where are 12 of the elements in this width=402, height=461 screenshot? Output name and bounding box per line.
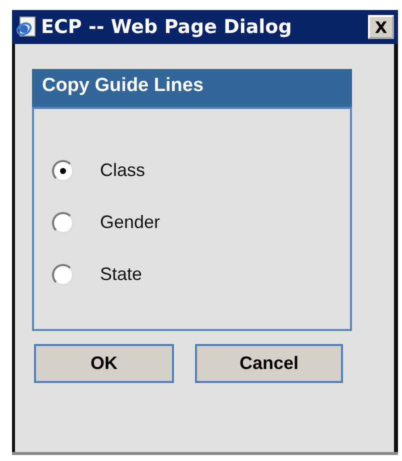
browser-icon [15, 16, 37, 38]
window-title: ECP -- Web Page Dialog [41, 16, 293, 38]
option-label: Gender [100, 212, 160, 233]
close-button[interactable]: X [368, 15, 394, 39]
radio-button[interactable] [52, 160, 74, 182]
panel-header: Copy Guide Lines [32, 69, 352, 107]
option-label: Class [100, 160, 146, 181]
ok-button[interactable]: OK [34, 344, 174, 383]
radio-button[interactable] [52, 212, 74, 234]
option-label: State [100, 264, 142, 285]
cancel-button[interactable]: Cancel [195, 344, 343, 383]
radio-button[interactable] [52, 264, 74, 286]
